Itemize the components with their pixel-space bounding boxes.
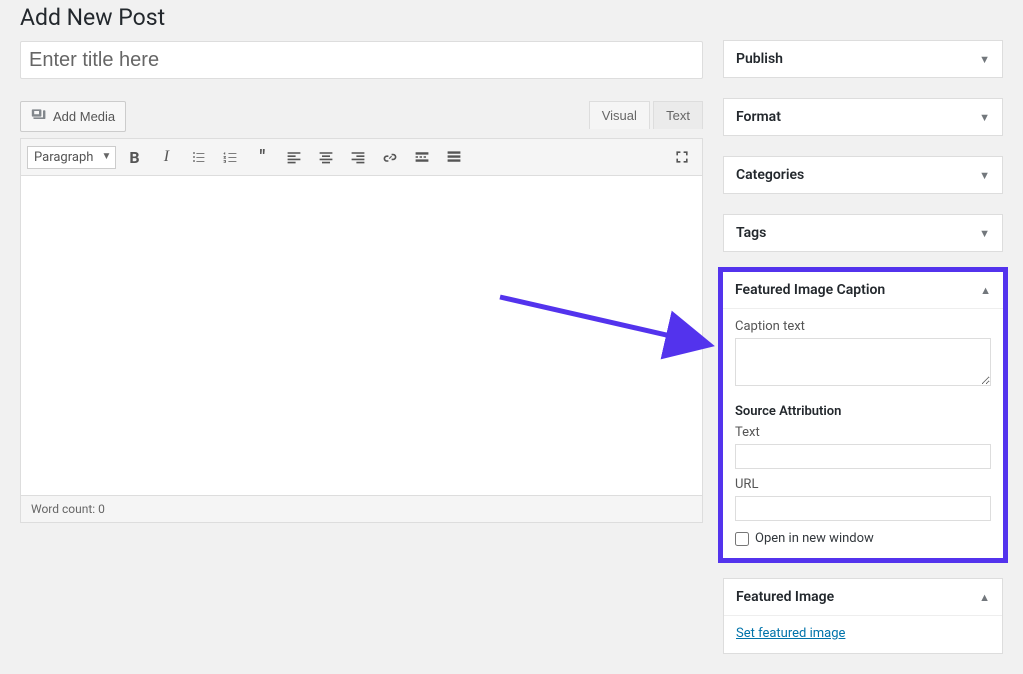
format-title: Format [736, 109, 781, 125]
featured-caption-box: Featured Image Caption ▲ Caption text So… [718, 267, 1008, 563]
chevron-down-icon: ▼ [979, 169, 990, 182]
bold-button[interactable]: B [120, 143, 148, 171]
tags-box: Tags ▼ [723, 214, 1003, 252]
chevron-down-icon: ▼ [979, 227, 990, 240]
tags-title: Tags [736, 225, 766, 241]
categories-title: Categories [736, 167, 804, 183]
chevron-up-icon: ▲ [980, 284, 991, 297]
publish-header[interactable]: Publish ▼ [724, 41, 1002, 77]
add-media-label: Add Media [53, 109, 115, 124]
link-button[interactable] [376, 143, 404, 171]
toolbar-toggle-button[interactable] [440, 143, 468, 171]
open-new-window-checkbox[interactable] [735, 532, 749, 546]
page-title: Add New Post [20, 0, 703, 41]
bullet-list-button[interactable] [184, 143, 212, 171]
format-select[interactable]: Paragraph ▼ [27, 146, 116, 169]
chevron-down-icon: ▼ [979, 111, 990, 124]
publish-title: Publish [736, 51, 783, 67]
categories-header[interactable]: Categories ▼ [724, 157, 1002, 193]
editor-tabs: Visual Text [589, 101, 703, 129]
set-featured-image-link[interactable]: Set featured image [736, 626, 845, 641]
caption-text-input[interactable] [735, 338, 991, 386]
featured-image-header[interactable]: Featured Image ▲ [724, 579, 1002, 615]
quote-button[interactable]: " [248, 143, 276, 171]
add-media-button[interactable]: Add Media [20, 101, 126, 132]
format-box: Format ▼ [723, 98, 1003, 136]
source-text-input[interactable] [735, 444, 991, 469]
format-header[interactable]: Format ▼ [724, 99, 1002, 135]
readmore-button[interactable] [408, 143, 436, 171]
featured-caption-title: Featured Image Caption [735, 282, 885, 298]
editor-content-area[interactable] [20, 176, 703, 496]
editor-toolbar: Paragraph ▼ B I " [21, 139, 702, 175]
align-left-button[interactable] [280, 143, 308, 171]
word-count: Word count: 0 [20, 496, 703, 523]
align-right-button[interactable] [344, 143, 372, 171]
source-url-input[interactable] [735, 496, 991, 521]
open-new-window-label: Open in new window [755, 531, 874, 546]
tab-visual[interactable]: Visual [589, 101, 650, 129]
number-list-button[interactable] [216, 143, 244, 171]
tags-header[interactable]: Tags ▼ [724, 215, 1002, 251]
featured-image-box: Featured Image ▲ Set featured image [723, 578, 1003, 654]
chevron-down-icon: ▼ [102, 151, 112, 162]
post-title-input[interactable] [20, 41, 703, 79]
source-url-label: URL [735, 477, 991, 492]
source-text-label: Text [735, 425, 991, 440]
tab-text[interactable]: Text [653, 101, 703, 129]
featured-caption-header[interactable]: Featured Image Caption ▲ [723, 272, 1003, 308]
italic-button[interactable]: I [152, 143, 180, 171]
publish-box: Publish ▼ [723, 40, 1003, 78]
align-center-button[interactable] [312, 143, 340, 171]
media-icon [31, 107, 47, 126]
categories-box: Categories ▼ [723, 156, 1003, 194]
caption-text-label: Caption text [735, 319, 991, 334]
chevron-down-icon: ▼ [979, 53, 990, 66]
chevron-up-icon: ▲ [979, 591, 990, 604]
fullscreen-button[interactable] [668, 143, 696, 171]
featured-image-title: Featured Image [736, 589, 834, 605]
source-attribution-label: Source Attribution [735, 404, 991, 419]
